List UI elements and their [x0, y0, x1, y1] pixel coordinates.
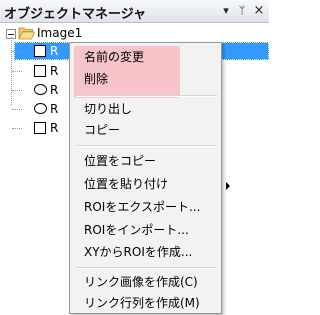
submenu-arrow-icon — [226, 182, 230, 190]
tree-child-label: R — [50, 121, 59, 135]
rectangle-roi-icon — [34, 65, 46, 77]
tree-child-label: R — [50, 44, 59, 58]
tree-connector — [12, 109, 22, 110]
menu-item-create-link-matrix[interactable]: リンク行列を作成(M) — [84, 293, 214, 313]
tree-child-label: R — [50, 83, 59, 97]
menu-item-delete[interactable]: 削除 — [84, 69, 214, 89]
menu-separator — [76, 267, 217, 269]
rectangle-roi-icon — [34, 45, 46, 57]
tree-connector — [12, 51, 22, 52]
ellipse-roi-icon — [34, 103, 47, 114]
window-menu-dropdown-icon[interactable]: ▾ — [219, 3, 233, 18]
menu-item-paste-position[interactable]: 位置を貼り付け — [84, 174, 230, 194]
menu-item-create-roi-from-xy[interactable]: XYからROIを作成... — [84, 242, 214, 262]
tree-connector — [12, 71, 22, 72]
menu-item-import-roi[interactable]: ROIをインポート... — [84, 220, 214, 240]
tree-connector — [12, 128, 22, 129]
menu-item-cut[interactable]: 切り出し — [84, 99, 214, 119]
tree-root-label: Image1 — [37, 26, 83, 40]
tree-child-label: R — [50, 64, 59, 78]
window-title: オブジェクトマネージャ — [4, 7, 147, 22]
object-manager-window: オブジェクトマネージャ ▾ ᛘ × Image1 R R R R R 名前の変更… — [0, 0, 269, 315]
tree-root-item[interactable]: Image1 — [0, 24, 269, 42]
menu-separator — [76, 145, 217, 147]
menu-item-copy-position[interactable]: 位置をコピー — [84, 151, 214, 171]
rectangle-roi-icon — [34, 122, 46, 134]
title-bar: オブジェクトマネージャ ▾ ᛘ × — [0, 0, 269, 23]
context-menu: 名前の変更 削除 切り出し コピー 位置をコピー 位置を貼り付け ROIをエクス… — [69, 42, 230, 314]
menu-item-paste-position-label: 位置を貼り付け — [84, 177, 169, 191]
ellipse-roi-icon — [34, 84, 47, 95]
pin-icon[interactable]: ᛘ — [235, 3, 249, 18]
tree-connector — [12, 90, 22, 91]
menu-item-create-link-image[interactable]: リンク画像を作成(C) — [84, 272, 214, 292]
menu-item-rename[interactable]: 名前の変更 — [84, 47, 214, 67]
menu-item-export-roi[interactable]: ROIをエクスポート... — [84, 197, 214, 217]
menu-item-copy[interactable]: コピー — [84, 120, 214, 140]
folder-open-icon — [18, 27, 35, 40]
menu-separator — [76, 95, 217, 97]
close-icon[interactable]: × — [252, 3, 266, 18]
tree-child-label: R — [50, 102, 59, 116]
